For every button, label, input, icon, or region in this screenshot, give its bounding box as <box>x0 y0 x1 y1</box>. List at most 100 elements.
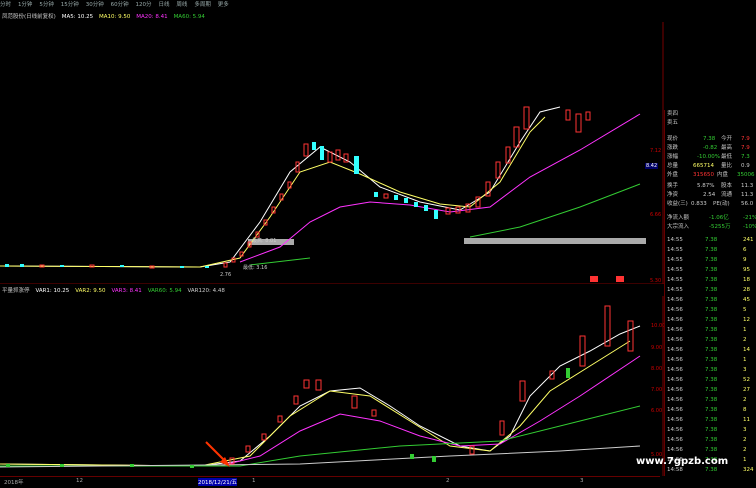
tab-daily[interactable]: 日线 <box>158 0 169 10</box>
price-chart[interactable] <box>0 22 664 284</box>
price-range-bar <box>464 238 646 244</box>
tick-price: 7.38 <box>705 307 718 313</box>
tick-row: 14:56 7.38 2 <box>667 446 756 455</box>
tab-fenshi[interactable]: 分时 <box>0 0 11 10</box>
tick-volume: 241 <box>743 237 754 243</box>
candle <box>5 264 9 267</box>
tab-60min[interactable]: 60分钟 <box>111 0 129 10</box>
indicator-bar <box>130 464 134 467</box>
tick-price: 7.38 <box>705 337 718 343</box>
tick-price: 7.38 <box>705 397 718 403</box>
indicator-bar <box>277 415 283 423</box>
tick-time: 14:56 <box>667 427 683 433</box>
candle <box>565 109 571 121</box>
tick-volume: 2 <box>743 397 747 403</box>
var2-line <box>0 340 631 467</box>
stat-row: 涨幅 -10.00% 最低 7.3 <box>667 154 750 160</box>
var120-line <box>0 445 641 468</box>
tick-volume: 52 <box>743 377 750 383</box>
stat-row: 现价 7.38 今开 7.9 <box>667 136 750 142</box>
tick-volume: 6 <box>743 247 747 253</box>
event-marker <box>590 276 598 282</box>
tab-more[interactable]: 更多 <box>218 0 229 10</box>
candle <box>434 210 438 219</box>
tick-row: 14:56 7.38 2 <box>667 336 756 345</box>
watermark: www.7gpzb.com <box>636 456 729 467</box>
tab-30min[interactable]: 30分钟 <box>86 0 104 10</box>
tick-time: 14:56 <box>667 307 683 313</box>
event-marker <box>616 276 624 282</box>
indicator-y-label: 6.00 <box>651 408 663 414</box>
indicator-bar <box>6 464 10 467</box>
tick-time: 14:56 <box>667 447 683 453</box>
indicator-bar <box>499 420 505 436</box>
tab-weekly[interactable]: 周线 <box>176 0 187 10</box>
tab-1min[interactable]: 1分钟 <box>18 0 33 10</box>
tick-row: 14:56 7.38 14 <box>667 346 756 355</box>
tick-time: 14:56 <box>667 297 683 303</box>
candle <box>223 262 228 268</box>
candle <box>575 113 582 133</box>
candle <box>394 195 398 200</box>
tick-row: 14:55 7.38 28 <box>667 286 756 295</box>
tick-volume: 45 <box>743 297 750 303</box>
indicator-bar <box>293 395 299 405</box>
tick-time: 14:55 <box>667 237 683 243</box>
tick-row: 14:56 7.38 2 <box>667 396 756 405</box>
tick-volume: 3 <box>743 427 747 433</box>
tick-volume: 2 <box>743 447 747 453</box>
indicator-bar <box>60 464 64 467</box>
tick-row: 14:56 7.38 3 <box>667 426 756 435</box>
x-axis-label: 12 <box>76 478 83 484</box>
tick-price: 7.38 <box>705 287 718 293</box>
tick-time: 14:56 <box>667 417 683 423</box>
tab-120min[interactable]: 120分 <box>136 0 152 10</box>
tick-volume: 5 <box>743 307 747 313</box>
tick-volume: 12 <box>743 317 750 323</box>
tick-price: 7.38 <box>705 367 718 373</box>
var3-line <box>0 355 641 467</box>
tick-row: 14:56 7.38 45 <box>667 296 756 305</box>
indicator-bar <box>432 456 436 462</box>
tick-volume: 18 <box>743 277 750 283</box>
tab-5min[interactable]: 5分钟 <box>39 0 54 10</box>
stat-row: 收益(三) 0.833 PE(动) 56.0 <box>667 201 754 207</box>
tick-price: 7.38 <box>705 467 718 473</box>
tick-price: 7.38 <box>705 247 718 253</box>
tab-15min[interactable]: 15分钟 <box>61 0 79 10</box>
candle <box>303 143 309 157</box>
x-axis-cursor-date: 2018/12/21/五 <box>198 478 238 486</box>
tick-volume: 8 <box>743 407 747 413</box>
tick-price: 7.38 <box>705 237 718 243</box>
tick-volume: 2 <box>743 337 747 343</box>
ma10-label: MA10: 9.50 <box>99 14 131 20</box>
tab-multi-period[interactable]: 多周期 <box>194 0 211 10</box>
tick-price: 7.38 <box>705 297 718 303</box>
indicator-y-label: 7.00 <box>651 387 663 393</box>
sell-5-row: 卖五 <box>667 120 679 126</box>
candle <box>205 266 209 268</box>
candle <box>374 192 378 197</box>
tick-time: 14:56 <box>667 317 683 323</box>
high-price-label: 最高: 8.01 <box>252 238 277 244</box>
tick-price: 7.38 <box>705 377 718 383</box>
ma5-label: MA5: 10.25 <box>61 14 94 20</box>
candle <box>20 264 24 267</box>
candle <box>404 198 408 203</box>
tick-volume: 95 <box>743 267 750 273</box>
x-axis-label: 2 <box>446 478 450 484</box>
indicator-chart[interactable] <box>0 296 664 476</box>
tick-row: 14:56 7.38 27 <box>667 386 756 395</box>
tick-volume: 11 <box>743 417 750 423</box>
tick-row: 14:56 7.38 8 <box>667 406 756 415</box>
tick-price: 7.38 <box>705 347 718 353</box>
stat-row: 换手 5.87% 股本 11.3 <box>667 183 754 189</box>
var60-line <box>0 405 641 467</box>
tick-price: 7.38 <box>705 447 718 453</box>
tick-volume: 1 <box>743 457 747 463</box>
y-axis-label: 7.12 <box>650 148 662 154</box>
x-axis-label: 1 <box>252 478 256 484</box>
flow-row: 大宗流入 -5255万 -10% <box>667 224 756 230</box>
tick-price: 7.38 <box>705 417 718 423</box>
tick-row: 14:56 7.38 52 <box>667 376 756 385</box>
